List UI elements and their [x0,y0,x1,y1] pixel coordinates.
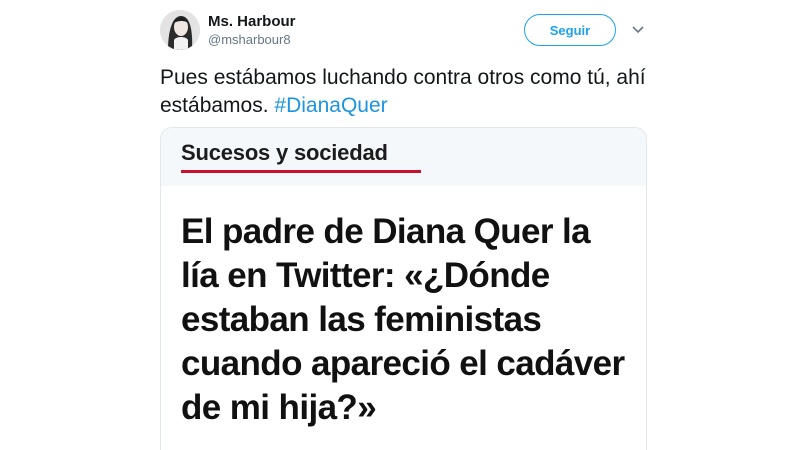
user-name[interactable]: Ms. Harbour [208,13,296,30]
link-card[interactable]: Sucesos y sociedad El padre de Diana Que… [160,127,647,450]
tweet-text: Pues estábamos luchando contra otros com… [160,64,650,120]
card-headline: El padre de Diana Quer la lía en Twitter… [181,212,625,427]
avatar[interactable] [160,10,200,50]
card-section-label: Sucesos y sociedad [181,140,388,165]
tweet-header: Ms. Harbour @msharbour8 Seguir [0,0,800,60]
hashtag-link[interactable]: #DianaQuer [274,94,387,117]
follow-button[interactable]: Seguir [524,14,616,46]
tweet-text-body: Pues estábamos luchando contra otros com… [160,66,646,117]
avatar-photo-icon [160,10,200,50]
chevron-down-icon[interactable] [628,22,648,38]
card-section-bar: Sucesos y sociedad [161,128,646,186]
section-underline [181,170,421,173]
user-handle[interactable]: @msharbour8 [208,32,291,47]
